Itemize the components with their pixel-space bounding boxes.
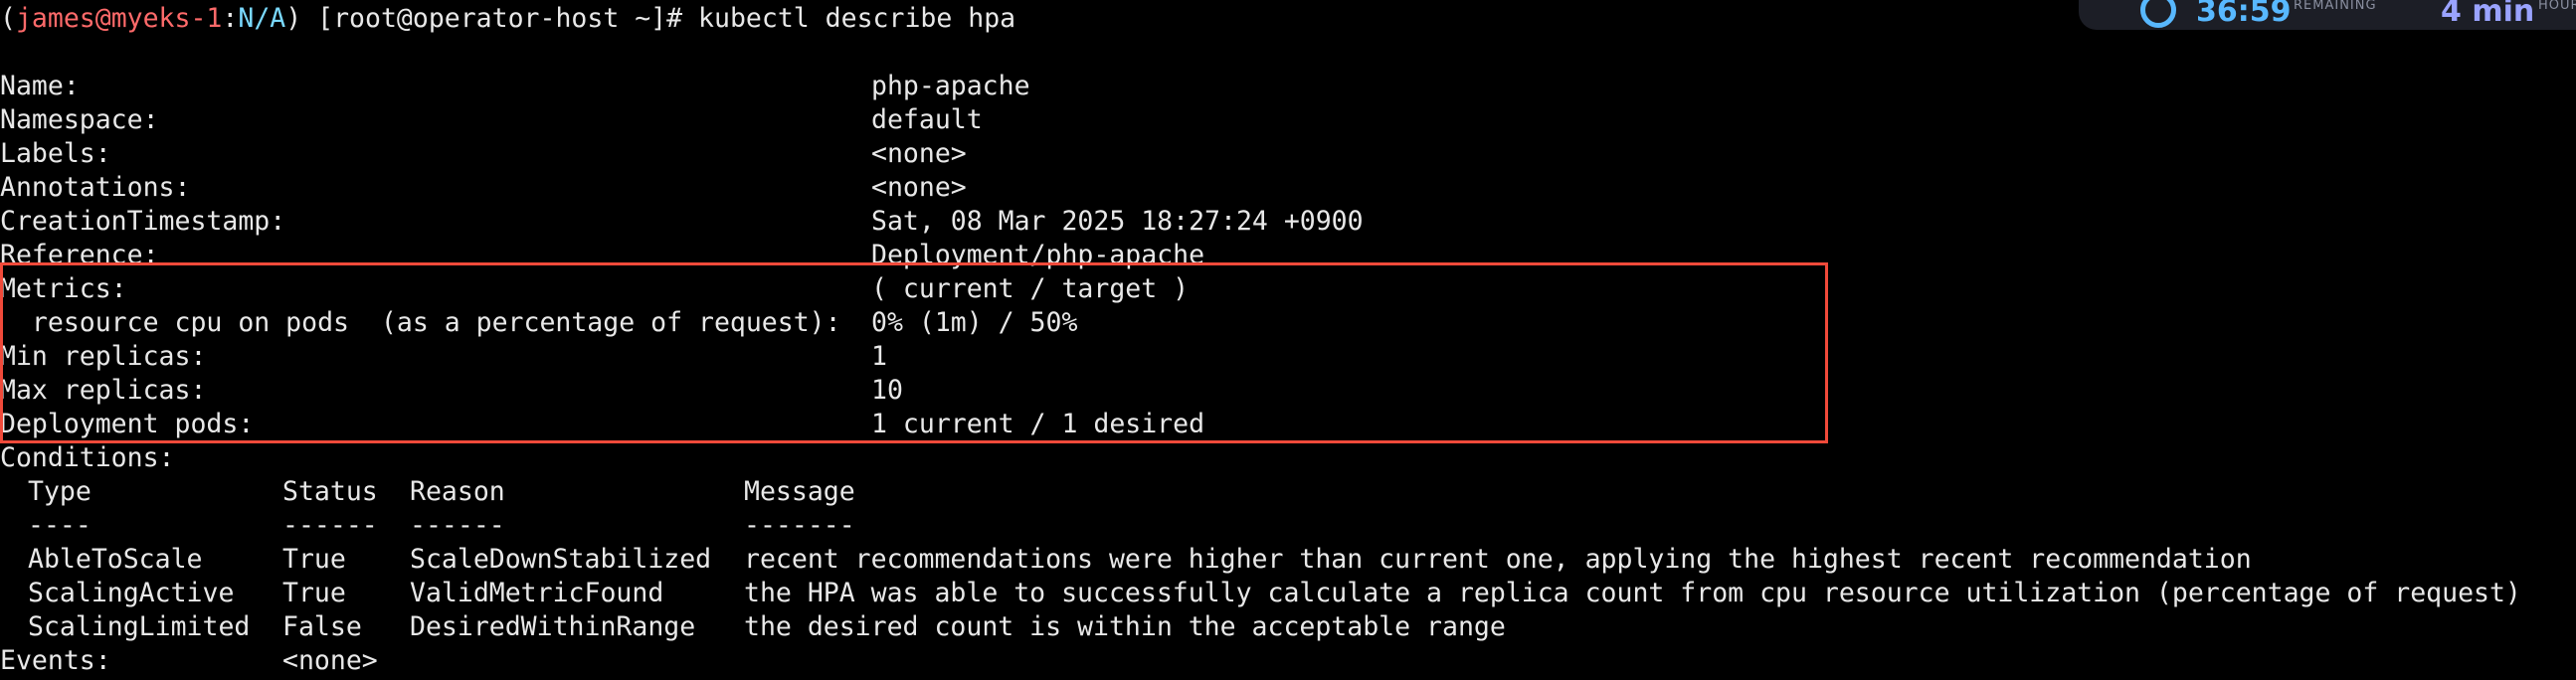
prompt-context: N/A	[238, 3, 286, 34]
hpa-creation-value: Sat, 08 Mar 2025 18:27:24 +0900	[871, 206, 1364, 237]
hpa-labels-value: <none>	[871, 138, 967, 169]
condition-status: False	[282, 611, 362, 642]
condition-message: recent recommendations were higher than …	[744, 544, 2252, 575]
conditions-header-status: Status	[282, 476, 378, 507]
hpa-namespace-value: default	[871, 104, 983, 135]
hpa-creation-label: CreationTimestamp:	[0, 206, 286, 237]
hpa-conditions-label: Conditions:	[0, 442, 175, 473]
conditions-divider-type: ----	[28, 510, 92, 541]
conditions-header-type: Type	[28, 476, 92, 507]
timer-value: 36:59	[2196, 0, 2292, 29]
condition-reason: ScaleDownStabilized	[410, 544, 712, 575]
hpa-namespace-row: Namespace: default	[0, 103, 983, 137]
hpa-events-label: Events:	[0, 645, 111, 676]
hpa-annotations-row: Annotations: <none>	[0, 171, 967, 205]
hpa-annotations-label: Annotations:	[0, 172, 191, 203]
timer-overlay[interactable]: 36:59 REMAINING 4 min HOURS	[2079, 0, 2576, 30]
hpa-events-value: <none>	[282, 645, 378, 676]
condition-status: True	[282, 544, 346, 575]
conditions-divider-reason: ------	[410, 510, 505, 541]
command-prompt-line: (james@myeks-1:N/A) [root@operator-host …	[0, 2, 1015, 36]
hpa-conditions-row: Conditions:	[0, 441, 175, 475]
prompt-command: ) [root@operator-host ~]# kubectl descri…	[285, 3, 1016, 34]
condition-reason: ValidMetricFound	[410, 578, 664, 608]
hpa-name-label: Name:	[0, 71, 80, 101]
timer-label: REMAINING	[2294, 0, 2377, 13]
hpa-events-row: Events: <none>	[0, 644, 378, 678]
condition-type: ScalingLimited	[28, 611, 251, 642]
hpa-labels-label: Labels:	[0, 138, 111, 169]
terminal-window[interactable]: (james@myeks-1:N/A) [root@operator-host …	[0, 0, 2576, 680]
prompt-user: james@myeks-1	[15, 3, 223, 34]
condition-status: True	[282, 578, 346, 608]
conditions-header-message: Message	[744, 476, 855, 507]
condition-message: the desired count is within the acceptab…	[744, 611, 1506, 642]
hpa-name-row: Name: php-apache	[0, 70, 1030, 103]
condition-message: the HPA was able to successfully calcula…	[744, 578, 2521, 608]
hpa-creation-row: CreationTimestamp: Sat, 08 Mar 2025 18:27…	[0, 205, 1364, 239]
condition-reason: DesiredWithinRange	[410, 611, 696, 642]
condition-type: ScalingActive	[28, 578, 235, 608]
hpa-name-value: php-apache	[871, 71, 1030, 101]
hpa-namespace-label: Namespace:	[0, 104, 159, 135]
minutes-value: 4 min	[2441, 0, 2535, 29]
conditions-header-reason: Reason	[410, 476, 505, 507]
minutes-label: HOURS	[2538, 0, 2576, 13]
progress-ring-icon	[2140, 0, 2176, 28]
prompt-open-paren: (	[0, 3, 16, 34]
prompt-colon: :	[222, 3, 239, 34]
condition-type: AbleToScale	[28, 544, 203, 575]
highlight-box	[0, 262, 1828, 443]
hpa-labels-row: Labels: <none>	[0, 137, 967, 171]
conditions-divider-status: ------	[282, 510, 378, 541]
hpa-annotations-value: <none>	[871, 172, 967, 203]
conditions-divider-message: -------	[744, 510, 855, 541]
